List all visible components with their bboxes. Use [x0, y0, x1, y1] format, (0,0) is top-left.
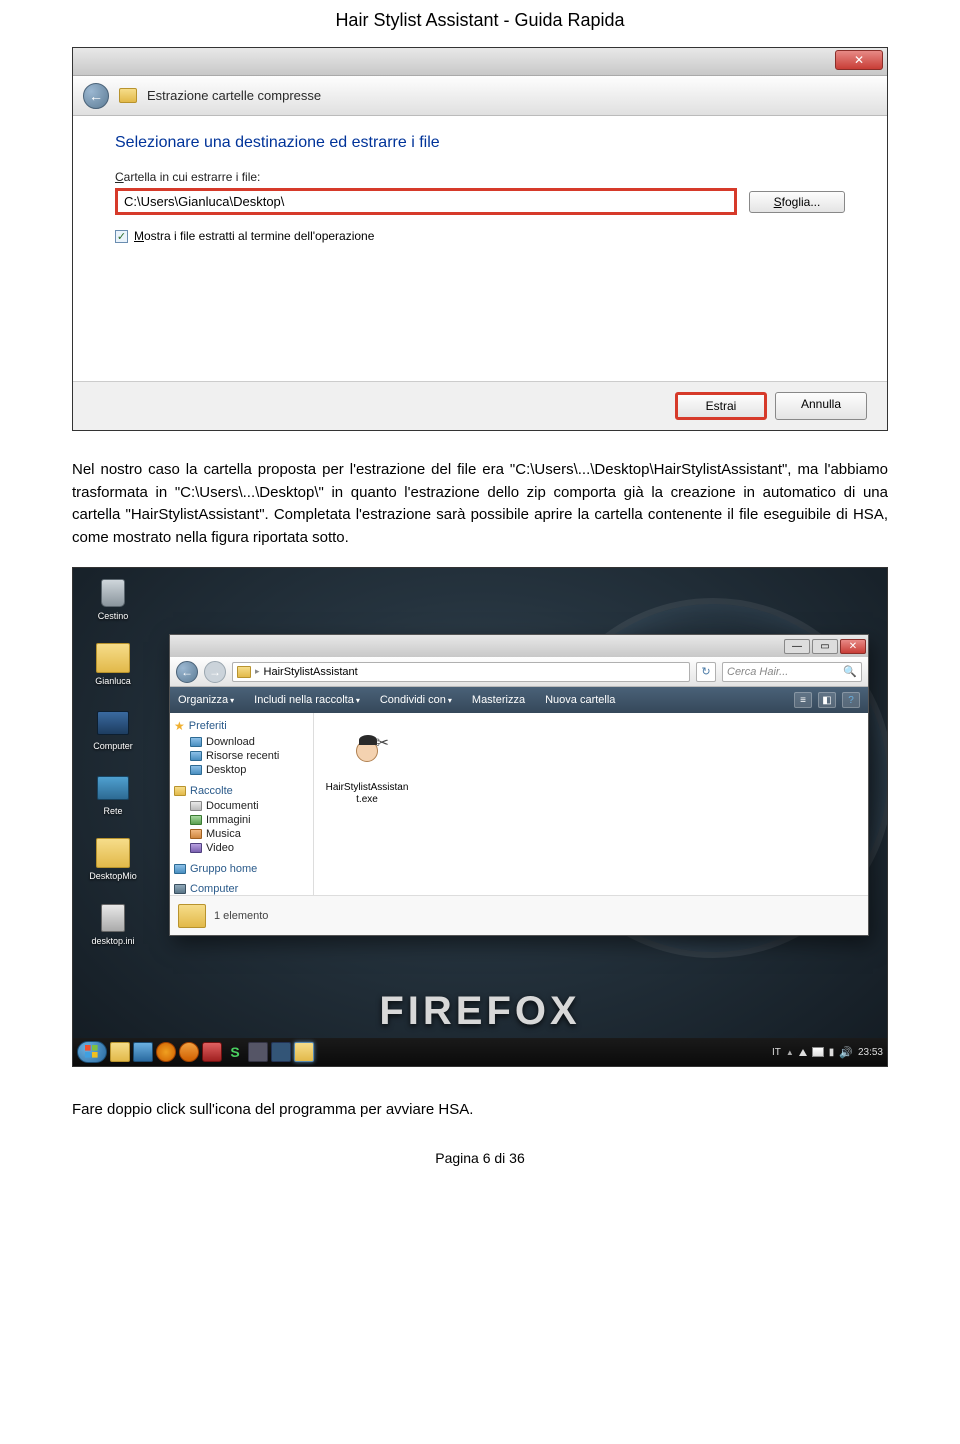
back-button[interactable]: ← [83, 83, 109, 109]
sidebar-item-music[interactable]: Musica [174, 827, 309, 841]
close-button[interactable]: ✕ [835, 50, 883, 70]
tray-safely-remove-icon[interactable] [799, 1049, 807, 1056]
taskbar-opera-icon[interactable] [202, 1042, 222, 1062]
sidebar-group-favorites[interactable]: ★Preferiti [174, 719, 309, 733]
new-folder-button[interactable]: Nuova cartella [545, 694, 615, 706]
body-paragraph-1: Nel nostro caso la cartella proposta per… [72, 459, 888, 549]
sidebar-item-download[interactable]: Download [174, 735, 309, 749]
taskbar-app-icon[interactable] [248, 1042, 268, 1062]
tray-volume-icon[interactable]: 🔊 [839, 1046, 853, 1059]
desktop-icon-ini[interactable]: desktop.ini [81, 903, 145, 946]
search-icon: 🔍 [843, 665, 857, 678]
page-footer: Pagina 6 di 36 [72, 1140, 888, 1166]
breadcrumb[interactable]: ▸ HairStylistAssistant [232, 662, 690, 682]
taskbar-firefox-icon[interactable] [179, 1042, 199, 1062]
cancel-button[interactable]: Annulla [775, 392, 867, 420]
explorer-toolbar: Organizza Includi nella raccolta Condivi… [170, 687, 868, 713]
sidebar-group-computer[interactable]: Computer [174, 883, 309, 895]
taskbar-ie-icon[interactable] [133, 1042, 153, 1062]
taskbar-running-explorer[interactable] [294, 1042, 314, 1062]
document-title: Hair Stylist Assistant - Guida Rapida [72, 0, 888, 47]
explorer-window: — ▭ ✕ ← → ▸ HairStylistAssistant ↻ Cerca… [169, 634, 869, 936]
desktop-screenshot: Cestino Gianluca Computer Rete DesktopMi… [72, 567, 888, 1067]
wizard-header-bar: ← Estrazione cartelle compresse [73, 76, 887, 116]
help-button[interactable]: ? [842, 692, 860, 708]
path-field-label: Cartella in cui estrarre i file: [115, 170, 845, 184]
sidebar-item-desktop[interactable]: Desktop [174, 763, 309, 777]
folder-zip-icon [119, 88, 137, 103]
taskbar-app-icon[interactable] [271, 1042, 291, 1062]
wizard-window-title: Estrazione cartelle compresse [147, 88, 321, 103]
sidebar-item-recent[interactable]: Risorse recenti [174, 749, 309, 763]
include-menu[interactable]: Includi nella raccolta [254, 694, 360, 706]
folder-icon [237, 666, 251, 678]
body-paragraph-2: Fare doppio click sull'icona del program… [72, 1099, 888, 1122]
status-text: 1 elemento [214, 910, 268, 922]
share-menu[interactable]: Condividi con [380, 694, 452, 706]
tray-expand-icon[interactable]: ▲ [786, 1048, 794, 1057]
start-button[interactable] [77, 1041, 107, 1063]
maximize-button[interactable]: ▭ [812, 639, 838, 654]
minimize-button[interactable]: — [784, 639, 810, 654]
sidebar-group-libraries[interactable]: Raccolte [174, 785, 309, 797]
destination-path-input[interactable]: C:\Users\Gianluca\Desktop\ [115, 188, 737, 215]
explorer-sidebar: ★Preferiti Download Risorse recenti Desk… [170, 713, 314, 895]
wallpaper-text: FIREFOX [379, 989, 580, 1034]
nav-back-button[interactable]: ← [176, 661, 198, 683]
sidebar-group-homegroup[interactable]: Gruppo home [174, 863, 309, 875]
show-files-checkbox[interactable]: ✓ [115, 230, 128, 243]
desktop-icon-folder[interactable]: DesktopMio [81, 838, 145, 881]
tray-action-center-icon[interactable] [812, 1047, 824, 1057]
wizard-heading: Selezionare una destinazione ed estrarre… [115, 134, 845, 152]
tray-network-icon[interactable]: ▮ [829, 1047, 835, 1058]
burn-button[interactable]: Masterizza [472, 694, 525, 706]
wizard-dialog: ✕ ← Estrazione cartelle compresse Selezi… [72, 47, 888, 431]
desktop-icon-user[interactable]: Gianluca [81, 643, 145, 686]
search-input[interactable]: Cerca Hair... 🔍 [722, 662, 862, 682]
sidebar-item-documents[interactable]: Documenti [174, 799, 309, 813]
browse-button[interactable]: Sfoglia... [749, 191, 845, 213]
taskbar: S IT ▲ ▮ 🔊 23:53 [73, 1038, 887, 1066]
folder-icon [178, 904, 206, 928]
preview-pane-button[interactable]: ◧ [818, 692, 836, 708]
file-hairstylist-exe[interactable]: ✂ HairStylistAssistant.exe [324, 723, 410, 806]
extract-button[interactable]: Estrai [675, 392, 767, 420]
desktop-icon-network[interactable]: Rete [81, 773, 145, 816]
tray-clock[interactable]: 23:53 [858, 1047, 883, 1058]
chevron-right-icon: ▸ [255, 666, 260, 677]
show-files-checkbox-label: Mostra i file estratti al termine dell'o… [134, 229, 374, 243]
tray-language[interactable]: IT [772, 1047, 781, 1058]
desktop-icon-recycle-bin[interactable]: Cestino [81, 578, 145, 621]
wizard-titlebar: ✕ [73, 48, 887, 76]
breadcrumb-current: HairStylistAssistant [264, 666, 358, 678]
close-button[interactable]: ✕ [840, 639, 866, 654]
file-label: HairStylistAssistant.exe [324, 782, 410, 806]
taskbar-wmp-icon[interactable] [156, 1042, 176, 1062]
sidebar-item-images[interactable]: Immagini [174, 813, 309, 827]
explorer-status-bar: 1 elemento [170, 895, 868, 935]
view-mode-button[interactable]: ≡ [794, 692, 812, 708]
sidebar-item-video[interactable]: Video [174, 841, 309, 855]
organize-menu[interactable]: Organizza [178, 694, 234, 706]
desktop-icon-computer[interactable]: Computer [81, 708, 145, 751]
explorer-content: ✂ HairStylistAssistant.exe [314, 713, 868, 895]
explorer-titlebar: — ▭ ✕ [170, 635, 868, 657]
taskbar-explorer-icon[interactable] [110, 1042, 130, 1062]
taskbar-spotify-icon[interactable]: S [225, 1042, 245, 1062]
scissors-icon: ✂ [376, 733, 389, 753]
nav-forward-button[interactable]: → [204, 661, 226, 683]
refresh-button[interactable]: ↻ [696, 662, 716, 682]
